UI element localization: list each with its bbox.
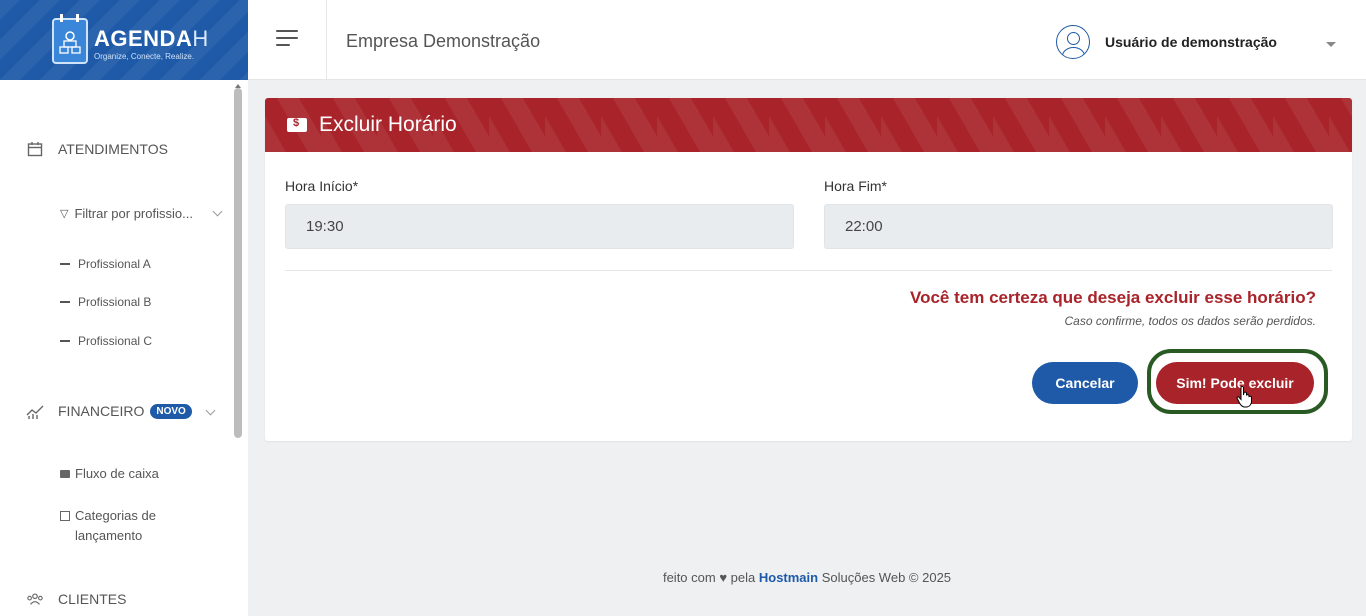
professional-label: Profissional C bbox=[78, 334, 153, 348]
sidebar-item-fluxo-caixa[interactable]: Fluxo de caixa bbox=[60, 466, 159, 481]
confirm-delete-button[interactable]: Sim! Pode excluir bbox=[1156, 362, 1314, 404]
sidebar: ATENDIMENTOS ▽ Filtrar por profissio... … bbox=[0, 80, 248, 616]
end-time-label: Hora Fim* bbox=[824, 178, 888, 194]
brand-header: AGENDAH Organize, Conecte, Realize. bbox=[0, 0, 248, 80]
sidebar-item-financeiro[interactable]: FINANCEIRO NOVO bbox=[26, 402, 192, 420]
divider bbox=[326, 0, 327, 80]
sidebar-item-clientes[interactable]: CLIENTES bbox=[26, 590, 126, 608]
footer: feito com ♥ pela Hostmain Soluções Web ©… bbox=[248, 570, 1366, 585]
start-time-label: Hora Início* bbox=[285, 178, 359, 194]
cancel-button[interactable]: Cancelar bbox=[1032, 362, 1138, 404]
topbar: Empresa Demonstração Usuário de demonstr… bbox=[248, 0, 1366, 80]
sidebar-item-label: Categorias de lançamento bbox=[75, 508, 156, 543]
card-header: Excluir Horário bbox=[265, 98, 1352, 152]
footer-company-link[interactable]: Hostmain bbox=[759, 570, 818, 585]
caret-down-icon[interactable] bbox=[1326, 42, 1336, 47]
hand-cursor-icon bbox=[1236, 386, 1254, 413]
calendar-logo-icon bbox=[52, 14, 88, 64]
hamburger-menu-icon[interactable] bbox=[276, 30, 298, 46]
chevron-down-icon[interactable] bbox=[212, 206, 223, 217]
sidebar-item-label: CLIENTES bbox=[58, 591, 127, 607]
sidebar-scrollbar[interactable] bbox=[234, 88, 242, 438]
card-title-text: Excluir Horário bbox=[319, 113, 457, 136]
end-time-field[interactable]: 22:00 bbox=[824, 204, 1333, 249]
card-title: Excluir Horário bbox=[287, 113, 457, 137]
delete-schedule-card: Excluir Horário Hora Início* 19:30 Hora … bbox=[265, 98, 1352, 441]
users-icon bbox=[26, 590, 44, 608]
professional-label: Profissional A bbox=[78, 257, 151, 271]
filter-label: Filtrar por profissio... bbox=[74, 206, 193, 221]
professional-label: Profissional B bbox=[78, 295, 152, 309]
user-name[interactable]: Usuário de demonstração bbox=[1105, 34, 1277, 50]
confirm-question: Você tem certeza que deseja excluir esse… bbox=[910, 288, 1316, 307]
footer-prefix: feito com ♥ pela bbox=[662, 570, 756, 585]
user-avatar-icon[interactable] bbox=[1056, 25, 1090, 59]
footer-suffix: Soluções Web © 2025 bbox=[821, 570, 952, 585]
sidebar-item-label: FINANCEIRO bbox=[58, 403, 145, 419]
brand-tagline: Organize, Conecte, Realize. bbox=[94, 52, 195, 61]
start-time-field[interactable]: 19:30 bbox=[285, 204, 794, 249]
data-loss-warning: Caso confirme, todos os dados serão perd… bbox=[1064, 314, 1316, 328]
filter-icon: ▽ bbox=[60, 208, 69, 220]
new-badge: NOVO bbox=[150, 403, 192, 419]
chart-growth-icon bbox=[26, 402, 44, 420]
sidebar-item-profissional-c[interactable]: Profissional C bbox=[60, 334, 152, 348]
calendar-icon bbox=[26, 140, 44, 158]
company-name: Empresa Demonstração bbox=[346, 31, 541, 51]
sidebar-item-label: ATENDIMENTOS bbox=[58, 141, 168, 157]
money-bill-icon bbox=[287, 117, 307, 132]
brand-name: AGENDAH bbox=[94, 26, 209, 51]
divider bbox=[285, 270, 1332, 271]
sidebar-item-profissional-b[interactable]: Profissional B bbox=[60, 295, 151, 309]
cash-register-icon bbox=[60, 469, 70, 478]
sidebar-item-atendimentos[interactable]: ATENDIMENTOS bbox=[26, 140, 168, 158]
chevron-down-icon[interactable] bbox=[205, 405, 216, 416]
sidebar-item-profissional-a[interactable]: Profissional A bbox=[60, 257, 151, 271]
sidebar-item-categorias[interactable]: Categorias de lançamento bbox=[60, 506, 190, 546]
list-box-icon bbox=[60, 511, 70, 521]
professional-filter[interactable]: ▽ Filtrar por profissio... bbox=[60, 206, 193, 221]
sidebar-item-label: Fluxo de caixa bbox=[75, 466, 159, 481]
